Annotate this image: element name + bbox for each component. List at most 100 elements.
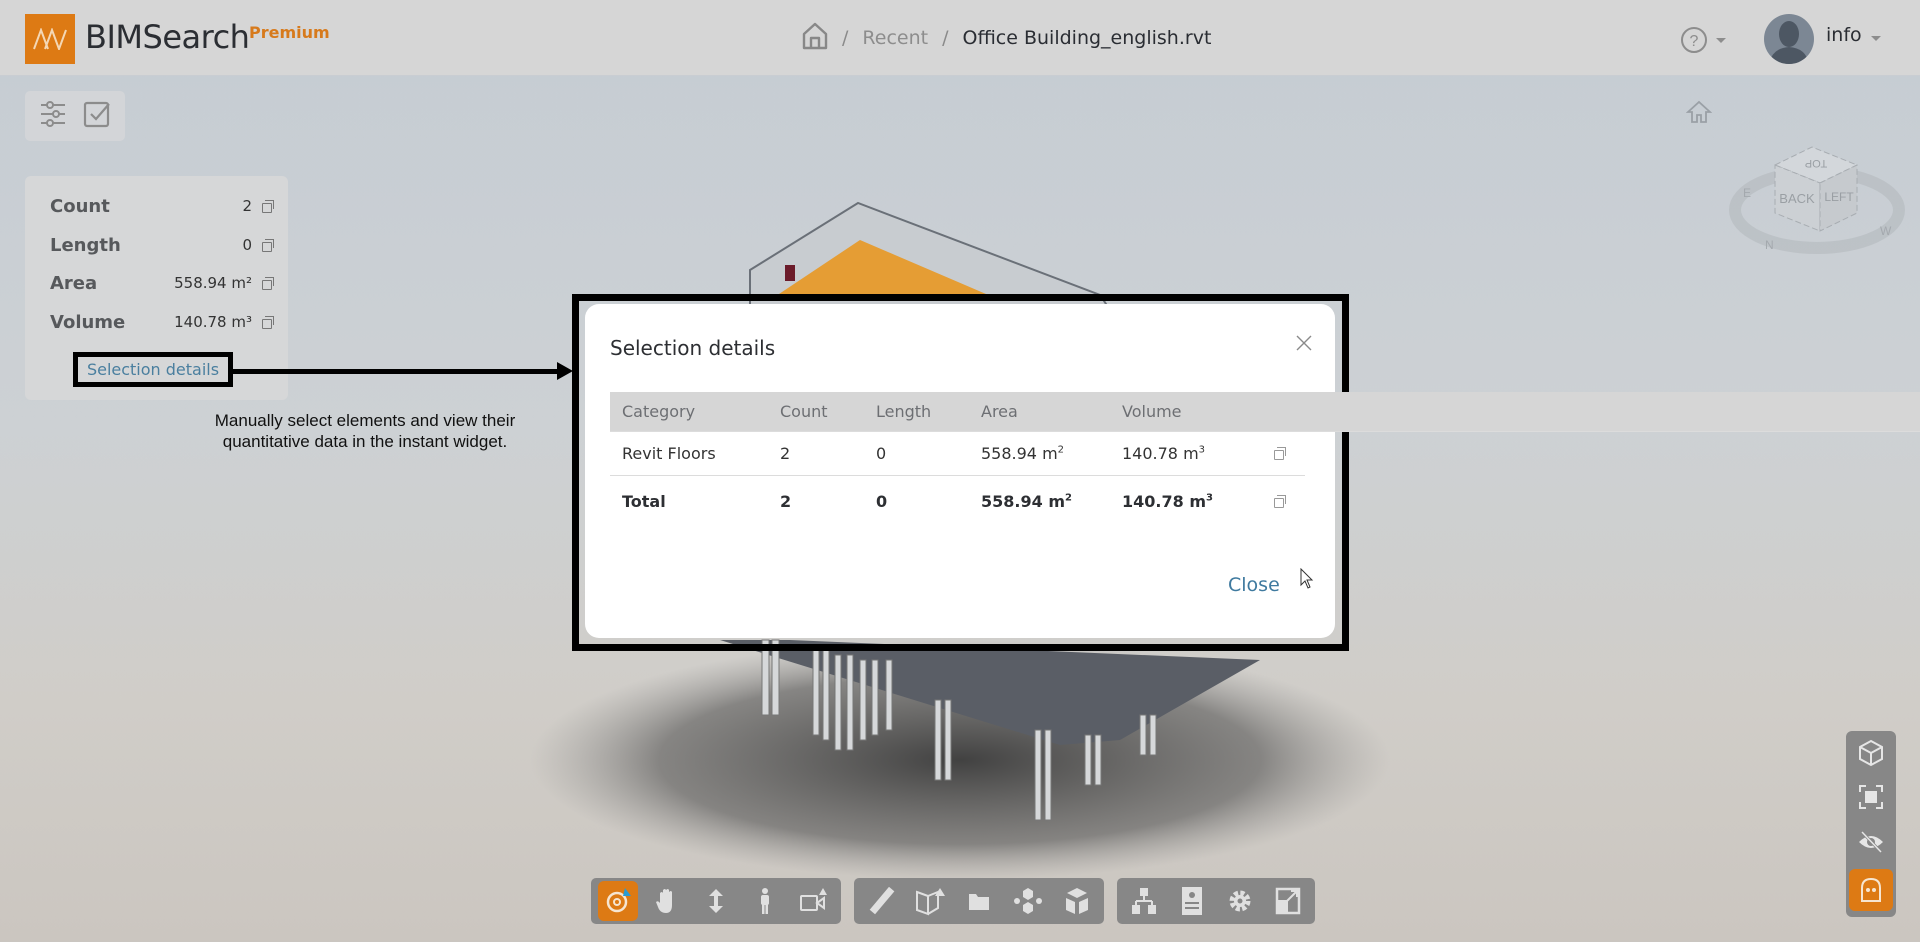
copy-icon	[1274, 447, 1286, 460]
stat-label: Area	[50, 272, 98, 294]
column-header-category: Category	[622, 402, 696, 421]
bimsearch-logo-icon[interactable]	[25, 14, 75, 64]
copy-total-button[interactable]	[1274, 492, 1286, 511]
checkbox-icon[interactable]	[83, 100, 111, 133]
copy-icon[interactable]	[262, 316, 274, 329]
camera-view-icon[interactable]	[794, 881, 834, 921]
svg-text:?: ?	[1690, 33, 1699, 50]
dialog-title: Selection details	[610, 336, 776, 360]
cell-category: Revit Floors	[622, 444, 716, 463]
filter-sliders-icon[interactable]	[39, 100, 67, 132]
cell-area: 558.94 m2	[981, 492, 1072, 511]
stat-area: Area 558.94 m²	[50, 271, 274, 295]
viewcube-face-back[interactable]: BACK	[1779, 191, 1815, 206]
isometric-cube-icon[interactable]	[1851, 734, 1891, 772]
volume-value: 140.78 m	[1122, 491, 1206, 511]
volume-value: 140.78 m	[1122, 444, 1199, 463]
chevron-down-icon	[1716, 37, 1726, 43]
properties-panel-icon[interactable]	[1172, 881, 1212, 921]
home-view-icon[interactable]	[1685, 100, 1713, 129]
foundation-slab	[720, 640, 1260, 745]
cell-volume: 140.78 m3	[1122, 492, 1213, 511]
selection-table: Category Count Length Area Volume Revit …	[610, 392, 1920, 526]
folder-icon[interactable]	[959, 881, 999, 921]
model-parts-icon[interactable]	[1057, 881, 1097, 921]
help-circle-icon: ?	[1681, 27, 1707, 53]
copy-icon[interactable]	[262, 277, 274, 290]
stat-value: 558.94 m²	[174, 274, 252, 292]
orbit-icon[interactable]	[598, 881, 639, 921]
section-box-icon[interactable]	[910, 881, 950, 921]
navigation-toolgroup	[591, 878, 841, 924]
mouse-cursor-icon	[1300, 568, 1314, 589]
copy-icon[interactable]	[262, 239, 274, 252]
copy-icon[interactable]	[262, 200, 274, 213]
hierarchy-tree-icon[interactable]	[1124, 881, 1164, 921]
settings-gear-icon[interactable]	[1220, 881, 1260, 921]
stat-label: Count	[50, 195, 110, 217]
cell-area: 558.94 m2	[981, 444, 1064, 463]
annotation-caption: Manually select elements and view their …	[190, 410, 540, 452]
column-header-count: Count	[780, 402, 828, 421]
area-value: 558.94 m	[981, 491, 1065, 511]
tier-badge: Premium	[249, 23, 330, 42]
cell-length: 0	[876, 491, 888, 511]
fullscreen-icon[interactable]	[1268, 881, 1308, 921]
stat-label: Length	[50, 234, 121, 256]
user-name[interactable]: info	[1826, 24, 1862, 46]
column-header-length: Length	[876, 402, 932, 421]
hide-eye-icon[interactable]	[1851, 823, 1891, 861]
selection-details-link[interactable]: Selection details	[87, 360, 219, 379]
stat-value: 0	[242, 236, 252, 254]
roof-equipment	[785, 265, 795, 281]
brand-name[interactable]: BIMSearch	[85, 18, 250, 56]
view-cube[interactable]: TOP BACK LEFT E N W	[1725, 125, 1905, 260]
close-button[interactable]: Close	[1228, 574, 1280, 596]
ghost-mode-icon[interactable]	[1849, 868, 1893, 912]
table-total-row: Total 2 0 558.94 m2 140.78 m3	[610, 476, 1305, 526]
copy-row-button[interactable]	[1274, 444, 1286, 463]
zoom-updown-icon[interactable]	[696, 881, 736, 921]
measure-ruler-icon[interactable]	[861, 881, 901, 921]
column-header-area: Area	[981, 402, 1018, 421]
annotation-line: Manually select elements and view their	[214, 411, 516, 430]
chevron-down-icon[interactable]	[1871, 36, 1881, 41]
unit-exponent: 2	[1064, 492, 1072, 504]
table-row: Revit Floors 2 0 558.94 m2 140.78 m3	[610, 432, 1305, 476]
table-header: Category Count Length Area Volume	[610, 392, 1920, 432]
view-toolgroup	[1117, 878, 1315, 924]
breadcrumb-current-file: Office Building_english.rvt	[962, 27, 1212, 49]
fit-to-view-icon[interactable]	[1851, 778, 1891, 816]
stat-count: Count 2	[50, 194, 274, 218]
area-value: 558.94 m	[981, 444, 1058, 463]
top-header: BIMSearch Premium / Recent / Office Buil…	[0, 0, 1920, 76]
home-icon[interactable]	[802, 22, 828, 55]
floor-orange	[770, 240, 1000, 300]
annotation-line: quantitative data in the instant widget.	[222, 432, 508, 451]
pan-hand-icon[interactable]	[647, 881, 687, 921]
compass-e: E	[1743, 186, 1751, 200]
breadcrumb-separator: /	[942, 27, 949, 49]
annotation-highlight-box: Selection details	[73, 352, 233, 387]
cell-category: Total	[622, 491, 666, 511]
cell-length: 0	[876, 444, 887, 463]
user-avatar-icon[interactable]	[1764, 14, 1814, 64]
breadcrumb: / Recent / Office Building_english.rvt	[802, 20, 1211, 56]
stat-value: 140.78 m³	[174, 313, 252, 331]
help-menu[interactable]: ?	[1680, 26, 1726, 54]
breadcrumb-recent[interactable]: Recent	[862, 27, 928, 49]
stat-volume: Volume 140.78 m³	[50, 310, 274, 334]
viewcube-face-left[interactable]: LEFT	[1824, 190, 1854, 204]
right-view-toolbar	[1846, 731, 1896, 917]
left-tool-panel	[25, 91, 125, 141]
unit-exponent: 3	[1198, 444, 1206, 456]
explode-model-icon[interactable]	[1008, 881, 1048, 921]
column-header-volume: Volume	[1122, 402, 1182, 421]
cell-count: 2	[780, 444, 791, 463]
compass-n: N	[1765, 238, 1774, 252]
close-icon[interactable]	[1291, 330, 1317, 356]
viewcube-face-top[interactable]: TOP	[1805, 157, 1827, 169]
unit-exponent: 2	[1057, 444, 1065, 456]
walk-person-icon[interactable]	[745, 881, 785, 921]
piles	[761, 639, 1157, 821]
